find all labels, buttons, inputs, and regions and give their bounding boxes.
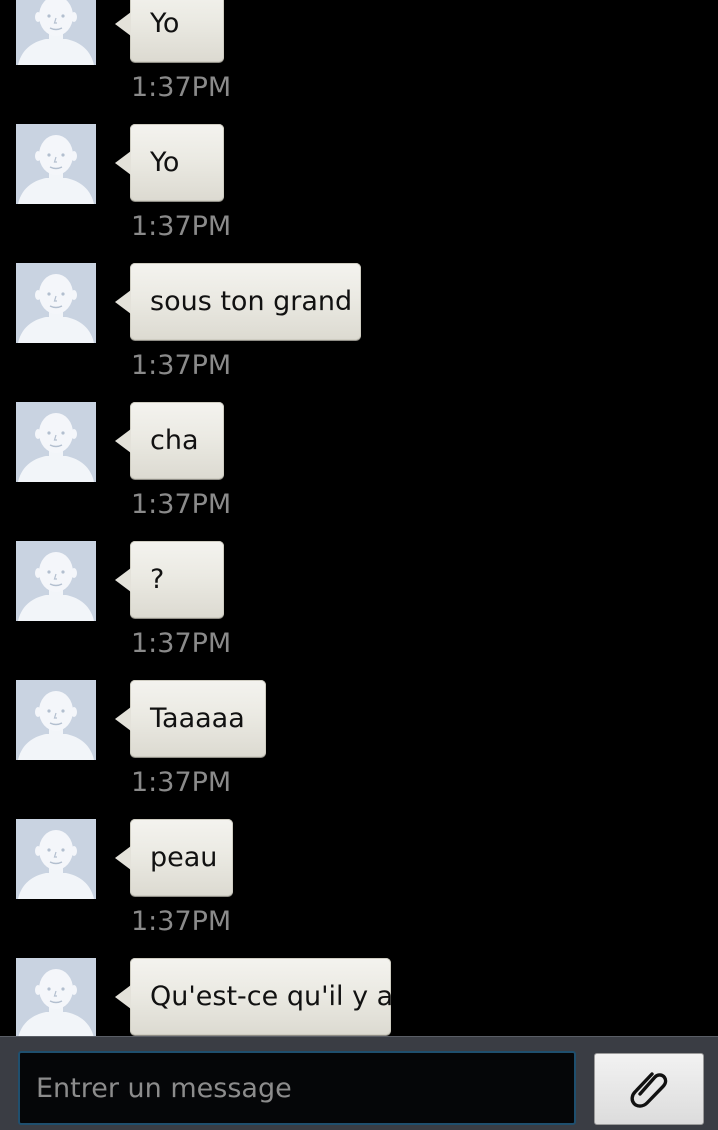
message-bubble[interactable]: Qu'est-ce qu'il y a xyxy=(115,958,393,1035)
message-bubble[interactable]: Yo xyxy=(115,124,224,201)
contact-avatar-icon[interactable] xyxy=(16,958,96,1036)
message-timestamp: 1:37PM xyxy=(131,211,232,242)
message-thread[interactable]: Yo 1:37PM Yo 1:37PM sous ton grand 1:37P… xyxy=(0,0,718,1036)
message-bubble[interactable]: Taaaaa xyxy=(115,680,266,757)
message-row: sous ton grand 1:37PM xyxy=(0,263,718,402)
message-row: Qu'est-ce qu'il y a xyxy=(0,958,718,1036)
chat-screen: Yo 1:37PM Yo 1:37PM sous ton grand 1:37P… xyxy=(0,0,718,1130)
message-row: peau 1:37PM xyxy=(0,819,718,958)
message-row: cha 1:37PM xyxy=(0,402,718,541)
contact-avatar-icon[interactable] xyxy=(16,263,96,343)
message-timestamp: 1:37PM xyxy=(131,906,232,937)
contact-avatar-icon[interactable] xyxy=(16,541,96,621)
message-bubble[interactable]: ? xyxy=(115,541,224,618)
contact-avatar-icon[interactable] xyxy=(16,680,96,760)
message-row: Yo 1:37PM xyxy=(0,0,718,124)
contact-avatar-icon[interactable] xyxy=(16,124,96,204)
attach-button[interactable] xyxy=(594,1053,704,1125)
message-bubble[interactable]: sous ton grand xyxy=(115,263,361,340)
message-row: Taaaaa 1:37PM xyxy=(0,680,718,819)
message-timestamp: 1:37PM xyxy=(131,489,232,520)
message-bubble[interactable]: Yo xyxy=(115,0,224,62)
message-row: Yo 1:37PM xyxy=(0,124,718,263)
message-timestamp: 1:37PM xyxy=(131,767,232,798)
message-input[interactable] xyxy=(18,1051,576,1125)
contact-avatar-icon[interactable] xyxy=(16,0,96,65)
contact-avatar-icon[interactable] xyxy=(16,402,96,482)
paperclip-icon xyxy=(626,1064,672,1114)
message-timestamp: 1:37PM xyxy=(131,72,232,103)
message-bubble[interactable]: cha xyxy=(115,402,224,479)
message-row: ? 1:37PM xyxy=(0,541,718,680)
contact-avatar-icon[interactable] xyxy=(16,819,96,899)
message-timestamp: 1:37PM xyxy=(131,350,232,381)
message-bubble[interactable]: peau xyxy=(115,819,233,896)
message-timestamp: 1:37PM xyxy=(131,628,232,659)
message-composer xyxy=(0,1036,718,1130)
